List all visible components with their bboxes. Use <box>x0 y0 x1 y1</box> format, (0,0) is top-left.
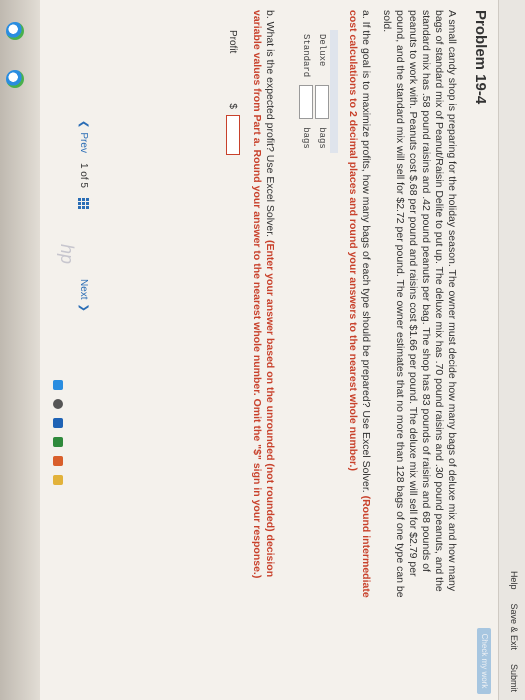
standard-bags-input[interactable] <box>299 85 313 120</box>
currency-symbol: $ <box>227 103 239 109</box>
chevron-left-icon: ❮ <box>78 120 89 129</box>
part-b-question: b. What is the expected profit? Use Exce… <box>250 10 276 610</box>
page-indicator: 1 of 5 <box>78 163 89 188</box>
problem-description: A small candy shop is preparing for the … <box>381 10 458 598</box>
hp-logo: hp <box>57 244 77 265</box>
current-page: 1 <box>78 162 89 169</box>
row-label-standard: Standard <box>301 34 311 78</box>
save-exit-link[interactable]: Save & Exit <box>509 603 519 650</box>
part-a-text: a. If the goal is to maximize profits, h… <box>360 10 372 493</box>
excel-icon[interactable] <box>53 437 63 447</box>
next-label: Next <box>78 278 89 300</box>
total-pages: 5 <box>78 182 89 188</box>
help-link[interactable]: Help <box>509 571 519 590</box>
part-b-text: b. What is the expected profit? Use Exce… <box>264 10 276 238</box>
chevron-right-icon: ❯ <box>78 303 89 312</box>
browser-icon[interactable] <box>53 380 63 390</box>
top-bar: Help Save & Exit Submit <box>498 0 525 700</box>
of-label: of <box>78 171 89 180</box>
table-row: Standard bags <box>298 30 314 153</box>
chrome-icon[interactable] <box>6 70 24 88</box>
folder-icon[interactable] <box>53 475 63 485</box>
prev-label: Prev <box>78 132 89 153</box>
pager: ❮ Prev 1 of 5 Next ❯ <box>78 120 89 420</box>
profit-input[interactable] <box>226 114 240 155</box>
profit-label: Profit <box>227 30 239 54</box>
next-button[interactable]: Next ❯ <box>78 279 89 312</box>
answer-table: Deluxe bags Standard bags <box>298 30 338 153</box>
table-header <box>330 30 338 153</box>
prev-button[interactable]: ❮ Prev <box>78 120 89 153</box>
grid-icon[interactable] <box>78 197 89 209</box>
desk-background <box>0 0 40 700</box>
row-label-deluxe: Deluxe <box>317 34 327 67</box>
deluxe-bags-input[interactable] <box>315 85 329 120</box>
table-row: Deluxe bags <box>314 30 330 153</box>
assignment-page: Help Save & Exit Submit Check my work Pr… <box>40 0 525 700</box>
chrome-icon[interactable] <box>6 22 24 40</box>
check-my-work-button[interactable]: Check my work <box>477 628 491 694</box>
problem-content: Problem 19-4 A small candy shop is prepa… <box>226 10 493 610</box>
deluxe-unit: bags <box>317 127 327 149</box>
standard-unit: bags <box>301 127 311 149</box>
problem-title: Problem 19-4 <box>472 10 489 105</box>
word-icon[interactable] <box>53 418 63 428</box>
app-icon[interactable] <box>53 399 63 409</box>
profit-row: Profit $ <box>226 30 240 610</box>
part-a-question: a. If the goal is to maximize profits, h… <box>346 10 372 610</box>
submit-link[interactable]: Submit <box>509 664 519 692</box>
taskbar <box>53 380 63 485</box>
powerpoint-icon[interactable] <box>53 456 63 466</box>
